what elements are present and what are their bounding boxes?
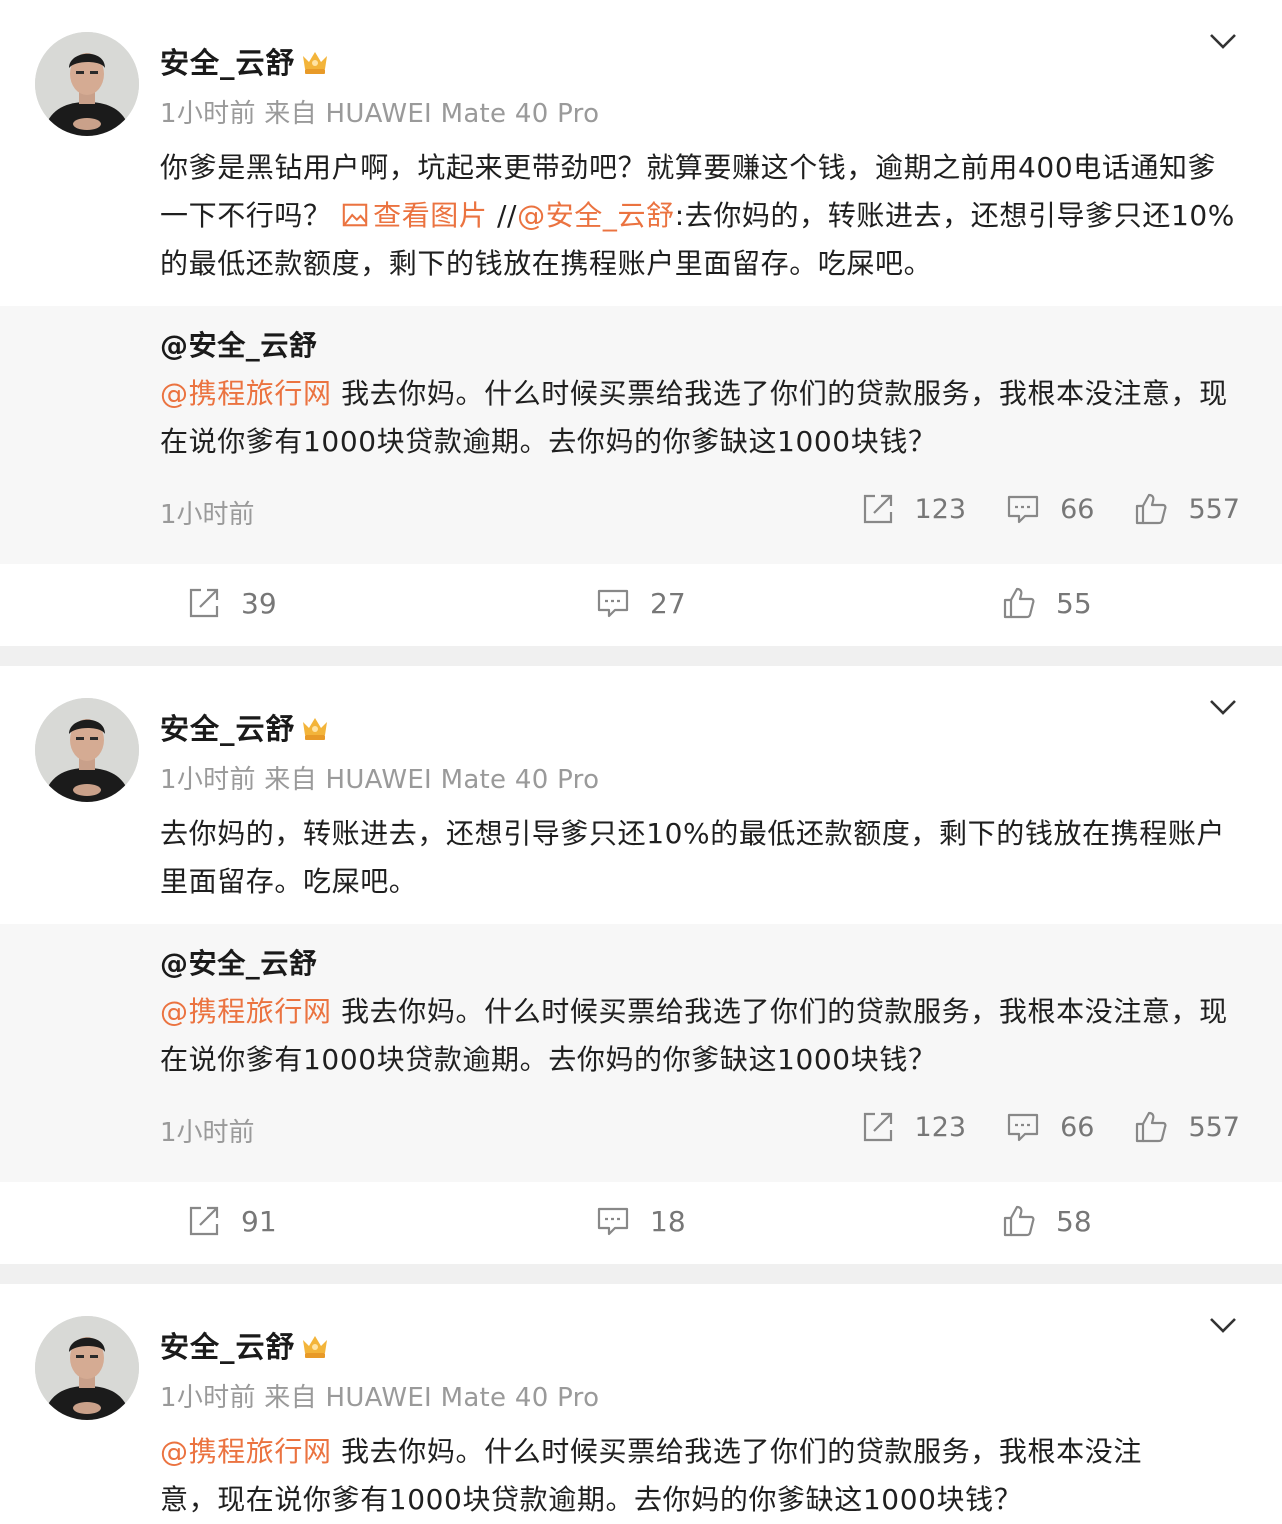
action-bar: 39 27 55 bbox=[0, 564, 1282, 646]
avatar[interactable] bbox=[35, 1316, 139, 1420]
action-bar: 91 18 58 bbox=[0, 1182, 1282, 1264]
post-header: 安全_云舒 1小时前 来自 HUAWEI Mate 40 Pro bbox=[0, 0, 1282, 142]
like-icon bbox=[1002, 586, 1036, 620]
share-icon bbox=[187, 1204, 221, 1238]
like-count: 55 bbox=[1056, 586, 1092, 620]
repost-like-stat[interactable]: 557 bbox=[1134, 1110, 1240, 1144]
comment-count: 66 bbox=[1060, 1111, 1095, 1143]
repost-time: 1小时前 bbox=[160, 500, 255, 530]
repost-footer: 1小时前 123 66 557 bbox=[160, 1102, 1240, 1162]
repost-author[interactable]: @安全_云舒 bbox=[160, 946, 1240, 982]
share-icon bbox=[861, 492, 895, 526]
post-meta: 1小时前 来自 HUAWEI Mate 40 Pro bbox=[160, 99, 600, 129]
post-header: 安全_云舒 1小时前 来自 HUAWEI Mate 40 Pro bbox=[0, 666, 1282, 808]
share-count: 123 bbox=[914, 493, 967, 525]
repost-author[interactable]: @安全_云舒 bbox=[160, 328, 1240, 364]
comment-icon bbox=[1006, 492, 1040, 526]
like-button[interactable]: 58 bbox=[1002, 1204, 1092, 1238]
crown-vip-icon bbox=[300, 713, 330, 743]
post-meta: 1小时前 来自 HUAWEI Mate 40 Pro bbox=[160, 1383, 600, 1413]
post: 安全_云舒 1小时前 来自 HUAWEI Mate 40 Pro 你爹是黑钻用户… bbox=[0, 0, 1282, 646]
mention-link[interactable]: @安全_云舒 bbox=[517, 199, 675, 232]
avatar[interactable] bbox=[35, 698, 139, 802]
repost-like-stat[interactable]: 557 bbox=[1134, 492, 1240, 526]
author-name[interactable]: 安全_云舒 bbox=[160, 706, 330, 748]
share-count: 123 bbox=[914, 1111, 967, 1143]
share-button[interactable]: 91 bbox=[187, 1204, 277, 1238]
repost-text: @携程旅行网 我去你妈。什么时候买票给我选了你们的贷款服务，我根本没注意，现在说… bbox=[160, 988, 1240, 1084]
like-icon bbox=[1002, 1204, 1036, 1238]
crown-vip-icon bbox=[300, 47, 330, 77]
comment-button[interactable]: 18 bbox=[596, 1204, 686, 1238]
author-name-text[interactable]: 安全_云舒 bbox=[160, 1330, 296, 1364]
repost-share-stat[interactable]: 123 bbox=[861, 492, 967, 526]
post-separator bbox=[0, 1264, 1282, 1284]
avatar[interactable] bbox=[35, 32, 139, 136]
repost-comment-stat[interactable]: 66 bbox=[1006, 492, 1094, 526]
text-segment: // bbox=[487, 199, 518, 232]
repost-text: @携程旅行网 我去你妈。什么时候买票给我选了你们的贷款服务，我根本没注意，现在说… bbox=[160, 370, 1240, 466]
share-icon bbox=[861, 1110, 895, 1144]
crown-vip-icon bbox=[300, 1331, 330, 1361]
post-separator bbox=[0, 646, 1282, 666]
comment-button[interactable]: 27 bbox=[596, 586, 686, 620]
like-count: 58 bbox=[1056, 1204, 1092, 1238]
comment-icon bbox=[1006, 1110, 1040, 1144]
repost-card[interactable]: @安全_云舒 @携程旅行网 我去你妈。什么时候买票给我选了你们的贷款服务，我根本… bbox=[0, 306, 1282, 564]
post-meta: 1小时前 来自 HUAWEI Mate 40 Pro bbox=[160, 765, 600, 795]
comment-count: 27 bbox=[650, 586, 686, 620]
comment-icon bbox=[596, 1204, 630, 1238]
author-name[interactable]: 安全_云舒 bbox=[160, 1324, 330, 1366]
like-icon bbox=[1134, 1110, 1168, 1144]
like-icon bbox=[1134, 492, 1168, 526]
view-image-label[interactable]: 查看图片 bbox=[373, 199, 487, 232]
share-icon bbox=[187, 586, 221, 620]
share-count: 39 bbox=[241, 586, 277, 620]
repost-comment-stat[interactable]: 66 bbox=[1006, 1110, 1094, 1144]
like-button[interactable]: 55 bbox=[1002, 586, 1092, 620]
repost-stats: 123 66 557 bbox=[821, 492, 1240, 526]
repost-time: 1小时前 bbox=[160, 1118, 255, 1148]
author-name-text[interactable]: 安全_云舒 bbox=[160, 46, 296, 80]
post-header: 安全_云舒 1小时前 来自 HUAWEI Mate 40 Pro bbox=[0, 1284, 1282, 1426]
like-count: 557 bbox=[1188, 1111, 1240, 1143]
author-name-text[interactable]: 安全_云舒 bbox=[160, 712, 296, 746]
view-image-link[interactable]: 查看图片 bbox=[341, 199, 487, 232]
post: 安全_云舒 1小时前 来自 HUAWEI Mate 40 Pro 去你妈的，转账… bbox=[0, 666, 1282, 1264]
chevron-down-icon[interactable] bbox=[1208, 696, 1238, 718]
mention-link[interactable]: @携程旅行网 bbox=[160, 995, 332, 1028]
repost-share-stat[interactable]: 123 bbox=[861, 1110, 967, 1144]
chevron-down-icon[interactable] bbox=[1208, 1314, 1238, 1336]
comment-count: 66 bbox=[1060, 493, 1095, 525]
repost-card[interactable]: @安全_云舒 @携程旅行网 我去你妈。什么时候买票给我选了你们的贷款服务，我根本… bbox=[0, 924, 1282, 1182]
post: 安全_云舒 1小时前 来自 HUAWEI Mate 40 Pro @携程旅行网 … bbox=[0, 1284, 1282, 1524]
author-name[interactable]: 安全_云舒 bbox=[160, 40, 330, 82]
mention-link[interactable]: @携程旅行网 bbox=[160, 377, 332, 410]
share-button[interactable]: 39 bbox=[187, 586, 277, 620]
post-text: 去你妈的，转账进去，还想引导爹只还10%的最低还款额度，剩下的钱放在携程账户里面… bbox=[160, 817, 1226, 898]
chevron-down-icon[interactable] bbox=[1208, 30, 1238, 52]
comment-icon bbox=[596, 586, 630, 620]
image-link-icon bbox=[341, 201, 369, 229]
like-count: 557 bbox=[1188, 493, 1240, 525]
mention-link[interactable]: @携程旅行网 bbox=[160, 1435, 332, 1468]
share-count: 91 bbox=[241, 1204, 277, 1238]
repost-stats: 123 66 557 bbox=[821, 1110, 1240, 1144]
post-text: 你爹是黑钻用户啊，坑起来更带劲吧？就算要赚这个钱，逾期之前用400电话通知爹一下… bbox=[0, 144, 1282, 288]
repost-footer: 1小时前 123 66 557 bbox=[160, 484, 1240, 544]
comment-count: 18 bbox=[650, 1204, 686, 1238]
